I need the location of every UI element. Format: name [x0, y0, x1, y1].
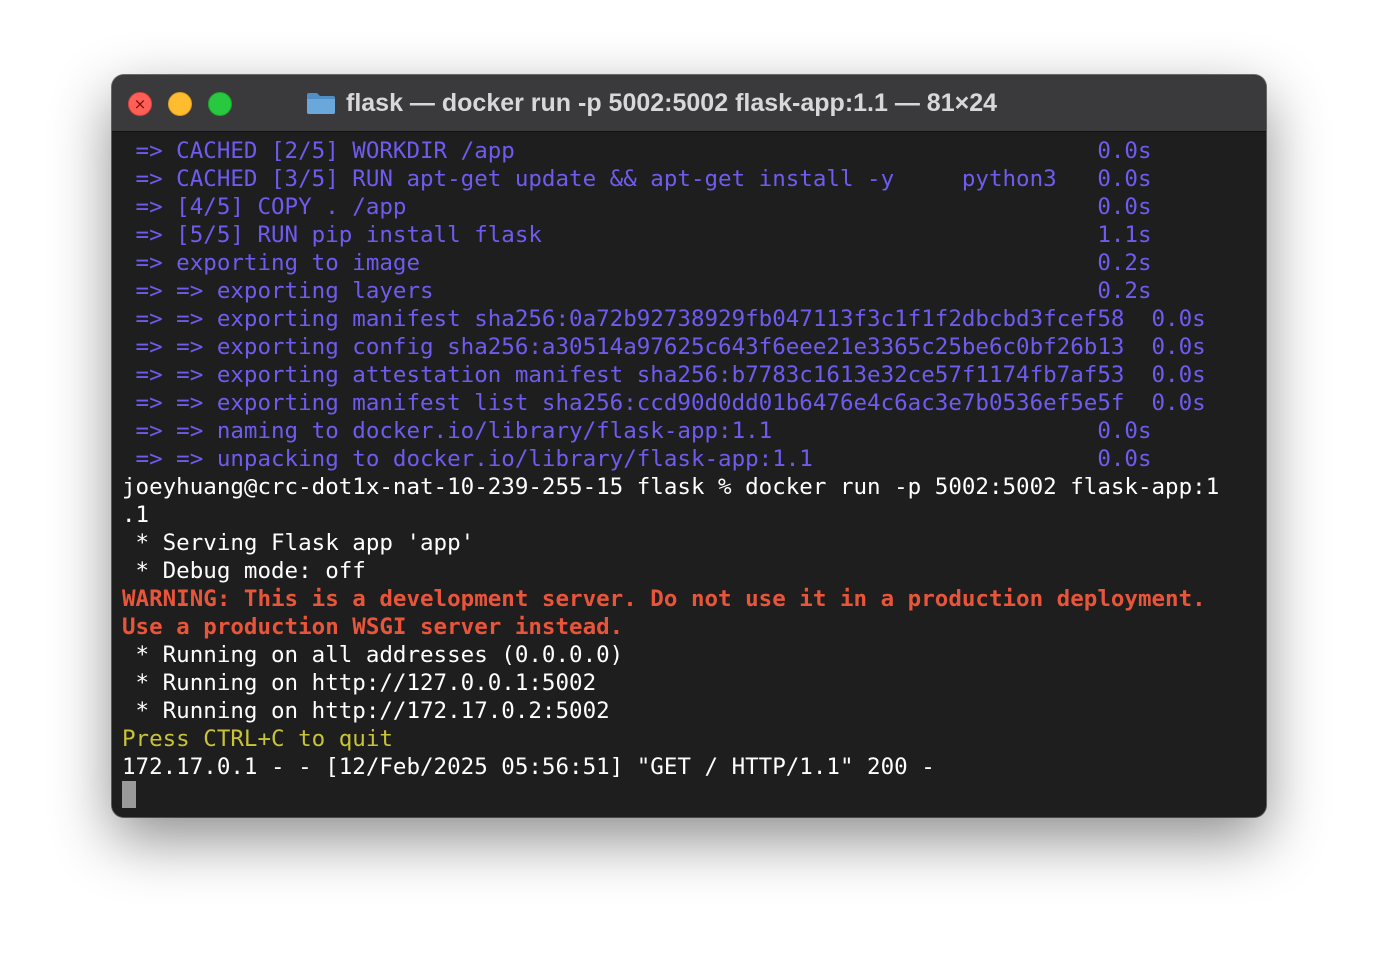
- title-bar[interactable]: × flask — docker run -p 5002:5002 flask-…: [112, 75, 1266, 132]
- close-button[interactable]: ×: [128, 92, 152, 116]
- warning-line: WARNING: This is a development server. D…: [122, 586, 1206, 612]
- terminal-line: * Serving Flask app 'app': [122, 530, 475, 556]
- zoom-button[interactable]: [208, 92, 232, 116]
- folder-icon: [307, 93, 335, 114]
- window-title: flask — docker run -p 5002:5002 flask-ap…: [346, 88, 998, 117]
- terminal-window: × flask — docker run -p 5002:5002 flask-…: [112, 75, 1266, 817]
- terminal-line: * Running on all addresses (0.0.0.0): [122, 642, 624, 668]
- terminal-line: => => exporting layers 0.2s: [122, 278, 1152, 304]
- terminal-output[interactable]: => CACHED [2/5] WORKDIR /app 0.0s => CAC…: [112, 133, 1266, 817]
- text-cursor: [122, 781, 136, 808]
- terminal-line: => => exporting manifest sha256:0a72b927…: [122, 306, 1206, 332]
- terminal-line: * Running on http://172.17.0.2:5002: [122, 698, 610, 724]
- terminal-line: => [5/5] RUN pip install flask 1.1s: [122, 222, 1152, 248]
- terminal-line: => CACHED [3/5] RUN apt-get update && ap…: [122, 166, 1152, 192]
- terminal-line: => => exporting attestation manifest sha…: [122, 362, 1206, 388]
- terminal-line: => => unpacking to docker.io/library/fla…: [122, 446, 1152, 472]
- close-icon: ×: [133, 95, 147, 113]
- terminal-line: => => exporting manifest list sha256:ccd…: [122, 390, 1206, 416]
- shell-prompt-line: joeyhuang@crc-dot1x-nat-10-239-255-15 fl…: [122, 474, 1220, 500]
- terminal-line: * Running on http://127.0.0.1:5002: [122, 670, 597, 696]
- terminal-line: => [4/5] COPY . /app 0.0s: [122, 194, 1152, 220]
- minimize-button[interactable]: [168, 92, 192, 116]
- warning-line: Use a production WSGI server instead.: [122, 614, 624, 640]
- quit-hint-line: Press CTRL+C to quit: [122, 726, 393, 752]
- terminal-line: => exporting to image 0.2s: [122, 250, 1152, 276]
- window-title-group: flask — docker run -p 5002:5002 flask-ap…: [306, 87, 997, 119]
- terminal-line: => CACHED [2/5] WORKDIR /app 0.0s: [122, 138, 1152, 164]
- terminal-line: * Debug mode: off: [122, 558, 366, 584]
- terminal-text: => CACHED [2/5] WORKDIR /app 0.0s => CAC…: [122, 137, 1219, 809]
- request-log-line: 172.17.0.1 - - [12/Feb/2025 05:56:51] "G…: [122, 754, 935, 780]
- cursor-line: [122, 781, 1219, 809]
- terminal-line: => => naming to docker.io/library/flask-…: [122, 418, 1152, 444]
- terminal-line: => => exporting config sha256:a30514a976…: [122, 334, 1206, 360]
- terminal-line: .1: [122, 502, 150, 528]
